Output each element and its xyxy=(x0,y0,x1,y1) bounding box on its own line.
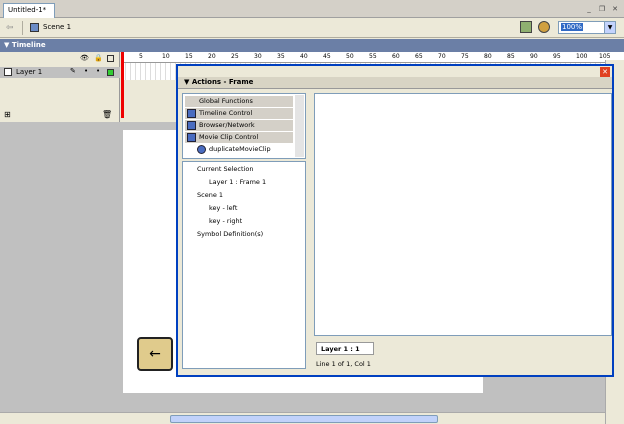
frame-ruler: 5 10 15 20 25 30 35 40 45 50 55 60 65 70 75 80 85 90 95 100… xyxy=(121,52,624,63)
pencil-icon: ✎ xyxy=(70,67,76,75)
book-icon xyxy=(187,121,196,130)
playhead[interactable] xyxy=(121,52,124,118)
horizontal-scrollbar[interactable] xyxy=(0,412,605,424)
script-tab-label: Layer 1 : 1 xyxy=(321,345,360,353)
tree-current-frame[interactable]: Layer 1 : Frame 1 xyxy=(209,178,266,186)
ruler-tick: 20 xyxy=(208,53,216,60)
layer-visible-dot[interactable]: • xyxy=(84,67,88,75)
scene-icon xyxy=(30,23,39,32)
layer-color-swatch[interactable] xyxy=(107,69,114,76)
minimize-icon[interactable]: _ xyxy=(584,4,594,13)
ruler-tick: 35 xyxy=(277,53,285,60)
ruler-tick: 105 xyxy=(599,53,611,60)
tree-current-selection[interactable]: Current Selection xyxy=(197,165,253,173)
layer-icon xyxy=(4,68,12,76)
ruler-tick: 100 xyxy=(576,53,588,60)
ruler-tick: 40 xyxy=(300,53,308,60)
tree-symbol-definitions[interactable]: Symbol Definition(s) xyxy=(197,230,263,238)
toolbox-scrollbar[interactable] xyxy=(295,95,304,157)
triangle-down-icon: ▼ xyxy=(184,78,192,86)
ruler-tick: 25 xyxy=(231,53,239,60)
close-icon[interactable]: ✕ xyxy=(610,4,620,13)
actions-panel-title[interactable]: ▼ Actions - Frame xyxy=(178,77,612,89)
document-tab[interactable]: Untitled-1* xyxy=(3,3,55,18)
ruler-tick: 75 xyxy=(461,53,469,60)
book-icon xyxy=(187,109,196,118)
ruler-tick: 65 xyxy=(415,53,423,60)
divider xyxy=(22,21,23,35)
script-tab[interactable]: Layer 1 : 1 xyxy=(316,342,374,355)
scroll-thumb[interactable] xyxy=(170,415,438,423)
ruler-tick: 30 xyxy=(254,53,262,60)
timeline-title: Timeline xyxy=(11,41,46,49)
key-left-symbol[interactable]: ← xyxy=(137,337,173,371)
ruler-tick: 5 xyxy=(139,53,143,60)
window-controls: _ ❐ ✕ xyxy=(584,4,620,13)
back-arrow-icon[interactable]: ⇦ xyxy=(6,23,14,33)
trash-icon[interactable]: 🗑 xyxy=(102,110,112,119)
zoom-value: 100% xyxy=(561,23,584,31)
toolbox-item-label: Browser/Network xyxy=(199,121,255,129)
script-tab-bar: Layer 1 : 1 xyxy=(314,342,612,356)
status-bar: Line 1 of 1, Col 1 xyxy=(314,358,612,372)
ruler-tick: 50 xyxy=(346,53,354,60)
toolbox-item-label: Global Functions xyxy=(199,97,253,105)
tree-scene[interactable]: Scene 1 xyxy=(197,191,223,199)
restore-icon[interactable]: ❐ xyxy=(597,4,607,13)
tree-item[interactable]: key - right xyxy=(209,217,242,225)
scene-label[interactable]: Scene 1 xyxy=(43,23,71,31)
ruler-tick: 60 xyxy=(392,53,400,60)
add-layer-icon[interactable]: ⊞ xyxy=(4,110,11,119)
ruler-tick: 70 xyxy=(438,53,446,60)
edit-bar: ⇦ Scene 1 100% ▼ xyxy=(0,18,624,38)
document-tab-label: Untitled-1* xyxy=(8,6,47,14)
actions-panel-title-text: Actions - Frame xyxy=(191,78,254,86)
lock-icon[interactable]: 🔒 xyxy=(94,54,103,62)
toolbox-item-label: Timeline Control xyxy=(199,109,253,117)
toolbox-item[interactable]: Timeline Control xyxy=(185,108,293,119)
tree-item[interactable]: key - left xyxy=(209,204,237,212)
layers-column: 👁 🔒 Layer 1 ✎ • • ⊞ 🗑 xyxy=(0,52,120,122)
ruler-tick: 85 xyxy=(507,53,515,60)
chevron-down-icon[interactable]: ▼ xyxy=(604,22,615,33)
edit-scene-icon[interactable] xyxy=(520,21,532,33)
layer-lock-dot[interactable]: • xyxy=(96,67,100,75)
status-text: Line 1 of 1, Col 1 xyxy=(316,360,371,368)
close-icon[interactable]: ✕ xyxy=(600,67,610,77)
actions-toolbox: Global Functions Timeline Control Browse… xyxy=(182,93,306,159)
ruler-tick: 45 xyxy=(323,53,331,60)
action-icon xyxy=(197,145,206,154)
timeline-header[interactable]: ▼ Timeline xyxy=(0,39,624,52)
ruler-tick: 90 xyxy=(530,53,538,60)
zoom-select[interactable]: 100% ▼ xyxy=(558,21,616,34)
document-tab-strip: Untitled-1* _ ❐ ✕ xyxy=(0,0,624,18)
eye-icon[interactable]: 👁 xyxy=(80,54,89,62)
ruler-tick: 55 xyxy=(369,53,377,60)
edit-symbol-icon[interactable] xyxy=(538,21,550,33)
ruler-tick: 95 xyxy=(553,53,561,60)
actions-panel: ✕ ▼ Actions - Frame Global Functions Tim… xyxy=(176,64,614,377)
layer-row[interactable]: Layer 1 ✎ • • xyxy=(0,67,120,78)
book-icon xyxy=(187,133,196,142)
outline-icon[interactable] xyxy=(107,55,114,62)
toolbox-item[interactable]: duplicateMovieClip xyxy=(185,144,293,155)
toolbox-item-label: duplicateMovieClip xyxy=(209,145,271,153)
layer-name: Layer 1 xyxy=(16,68,43,76)
script-editor[interactable] xyxy=(314,93,612,336)
ruler-tick: 80 xyxy=(484,53,492,60)
ruler-tick: 10 xyxy=(162,53,170,60)
toolbox-item[interactable]: Movie Clip Control xyxy=(185,132,293,143)
toolbox-item-label: Movie Clip Control xyxy=(199,133,259,141)
toolbox-item[interactable]: Browser/Network xyxy=(185,120,293,131)
ruler-tick: 15 xyxy=(185,53,193,60)
script-navigator: Current Selection Layer 1 : Frame 1 Scen… xyxy=(182,161,306,369)
triangle-down-icon: ▼ xyxy=(4,41,12,49)
toolbox-item[interactable]: Global Functions xyxy=(185,96,293,107)
